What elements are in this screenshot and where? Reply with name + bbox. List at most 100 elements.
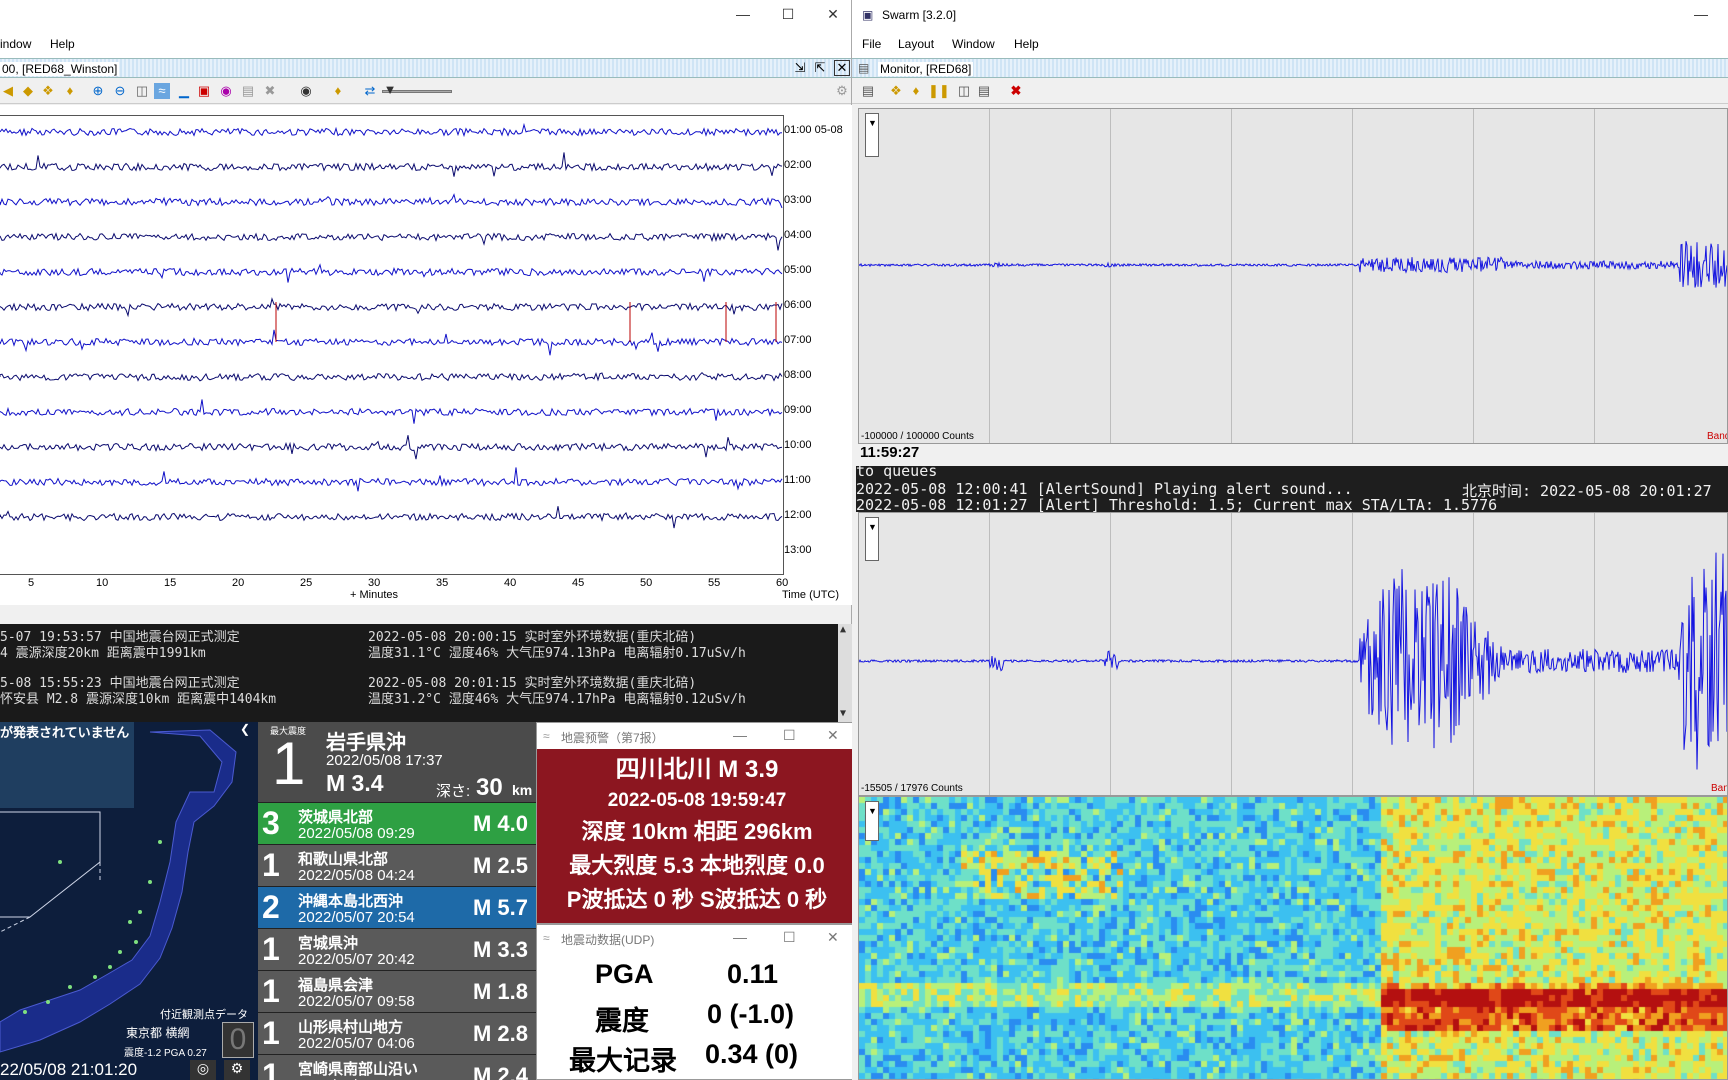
monitor-title: Monitor, [RED68] <box>878 62 974 76</box>
forward-icon[interactable]: ◆ <box>20 83 36 99</box>
wave-panel-2[interactable]: ▼ -15505 / 17976 Counts Ban <box>858 512 1728 796</box>
clipboard-icon[interactable]: ▤ <box>240 83 256 99</box>
menu-window[interactable]: Window <box>952 37 995 51</box>
heli-trace <box>0 232 783 251</box>
spectra-icon[interactable]: ▁ <box>176 83 192 99</box>
menu-help[interactable]: Help <box>50 37 75 51</box>
detach-icon[interactable]: ⇱ <box>812 60 828 76</box>
quake-mag: M 1.8 <box>472 979 528 1004</box>
udp-window: ≈ 地震动数据(UDP) — ☐ ✕ PGA 0.11 震度 0 (-1.0) … <box>536 924 858 1080</box>
close-icon[interactable]: ✕ <box>827 727 839 744</box>
spectrogram-icon[interactable]: ▣ <box>196 83 212 99</box>
japan-map[interactable]: が発表されていません ❮ 付近観測点データ 東京都 横網 0 震度-1.2 PG… <box>0 722 258 1080</box>
helicorder-plot[interactable] <box>0 115 784 575</box>
gain-icon[interactable]: ⇄ <box>362 83 378 99</box>
beijing-time: 北京时间: 2022-05-08 20:01:27 <box>1462 482 1712 500</box>
clipboard-icon[interactable]: ▤ <box>976 83 992 99</box>
settings-icon[interactable]: ⚙ <box>834 83 850 99</box>
minimize-icon[interactable]: — <box>1688 6 1714 22</box>
back-icon[interactable]: ◀ <box>0 83 16 99</box>
quake-name: 福島県会津 <box>298 977 374 994</box>
heli-trace <box>0 371 783 382</box>
wave-icon[interactable]: ≈ <box>154 83 170 99</box>
copy-icon[interactable]: ◫ <box>956 83 972 99</box>
depth-unit: km <box>512 782 533 798</box>
heli-x-tick: 5 <box>28 577 35 589</box>
spectrogram-panel[interactable]: ▼ <box>858 796 1728 1080</box>
close-icon[interactable]: ✕ <box>820 6 846 23</box>
quake-intensity: 3 <box>262 805 280 841</box>
zoom-out-icon[interactable]: ⊖ <box>112 83 128 99</box>
scroll-up-icon[interactable]: ▲ <box>840 624 846 635</box>
heli-x-tick: 15 <box>164 577 177 589</box>
station-label: 付近観測点データ <box>160 1009 248 1021</box>
quake-intensity: 1 <box>262 931 280 967</box>
expand-icon[interactable]: ♦ <box>62 83 78 99</box>
quake-row[interactable]: 1 福島県会津 2022/05/07 09:58 M 1.8 <box>258 970 536 1012</box>
camera-icon[interactable]: ◉ <box>298 83 314 99</box>
wave-trace <box>859 552 1727 770</box>
eew-body: 四川北川 M 3.9 2022-05-08 19:59:47 深度 10km 相… <box>537 749 857 923</box>
zoom-in-icon[interactable]: ⊕ <box>90 83 106 99</box>
quake-row[interactable]: 2 沖縄本島北西沖 2022/05/07 20:54 M 5.7 <box>258 886 536 928</box>
quake-row[interactable]: 1 山形県村山地方 2022/05/07 04:06 M 2.8 <box>258 1012 536 1054</box>
quake-row[interactable]: 1 和歌山県北部 2022/05/08 04:24 M 2.5 <box>258 844 536 886</box>
remove-icon[interactable]: ✖ <box>262 83 278 99</box>
pause-icon[interactable]: ❚❚ <box>928 83 950 99</box>
compress-icon[interactable]: ❖ <box>888 83 904 99</box>
left-titlebar: — ☐ ✕ <box>0 0 851 30</box>
restore-icon[interactable]: ⇲ <box>792 60 808 76</box>
panel-handle[interactable]: ▼ <box>865 801 879 841</box>
menu-window[interactable]: indow <box>0 37 31 51</box>
minimize-icon[interactable]: — <box>730 6 756 22</box>
tag-icon[interactable]: ♦ <box>330 83 346 99</box>
slider-thumb-icon[interactable]: ▼ <box>382 82 398 98</box>
frame-close-icon[interactable]: ✕ <box>834 60 850 76</box>
particle-icon[interactable]: ◉ <box>218 83 234 99</box>
quake-mag: M 4.0 <box>472 811 528 836</box>
heli-x-tick: 55 <box>708 577 721 589</box>
handle-icon: ▼ <box>868 806 877 816</box>
udp-title: 地震动数据(UDP) <box>561 933 655 947</box>
monitor-toolbar: ▤ ❖ ♦ ❚❚ ◫ ▤ ✖ <box>852 78 1728 104</box>
latest-mag: M 3.4 <box>326 770 384 796</box>
depth-value: 30 <box>476 774 503 801</box>
copy-icon[interactable]: ◫ <box>134 83 150 99</box>
minimize-icon[interactable]: — <box>733 929 747 945</box>
close-icon[interactable]: ✕ <box>827 929 839 946</box>
maximize-icon[interactable]: ☐ <box>783 929 796 946</box>
settings-gear-icon[interactable]: ⚙ <box>224 1060 250 1080</box>
close-monitor-icon[interactable]: ✖ <box>1008 83 1024 99</box>
quake-row[interactable]: 1 宮城県沖 2022/05/07 20:42 M 3.3 <box>258 928 536 970</box>
compress-icon[interactable]: ❖ <box>40 83 56 99</box>
env-line: 温度31.1°C 湿度46% 大气压974.13hPa 电离辐射0.17uSv/… <box>368 646 746 661</box>
eew-titlebar: ≈ 地震预警（第7报） — ☐ ✕ <box>537 723 857 749</box>
maximize-icon[interactable]: ☐ <box>775 6 801 23</box>
menu-help[interactable]: Help <box>1014 37 1039 51</box>
list-icon[interactable]: ▤ <box>860 83 876 99</box>
menu-layout[interactable]: Layout <box>898 37 934 51</box>
quake-intensity: 1 <box>262 1057 280 1080</box>
counts-label: -100000 / 100000 Counts <box>861 431 974 442</box>
heli-row-label: 11:00 <box>784 474 811 486</box>
helicorder[interactable]: 01:00 05-08 02:00 03:00 04:00 05:00 06:00 07:0… <box>0 105 852 605</box>
maximize-icon[interactable]: ☐ <box>783 727 796 744</box>
quake-time: 2022/05/07 20:54 <box>298 909 415 926</box>
minimize-icon[interactable]: — <box>733 727 747 743</box>
latest-name: 岩手県沖 <box>326 732 406 754</box>
heli-row-label: 12:00 <box>784 509 812 521</box>
latest-quake[interactable]: 最大震度 1 岩手県沖 2022/05/08 17:37 M 3.4 深さ: 3… <box>258 722 536 802</box>
menu-file[interactable]: File <box>862 37 881 51</box>
expand-icon[interactable]: ♦ <box>908 83 924 99</box>
heli-row-label: 01:00 05-08 <box>784 124 843 136</box>
wave-panel-1[interactable]: ▼ -100000 / 100000 Counts Band <box>858 108 1728 444</box>
heli-trace <box>0 506 783 529</box>
ticker-scrollbar[interactable]: ▲ ▼ <box>838 624 852 722</box>
quake-row[interactable]: 1宮崎県南部山沿い2022/05/07 01:55M 2.4 <box>258 1054 536 1080</box>
scroll-down-icon[interactable]: ▼ <box>840 708 846 719</box>
pga-label: PGA <box>595 959 654 989</box>
station-intensity: 0 <box>222 1022 254 1058</box>
locate-icon[interactable]: ◎ <box>190 1060 216 1080</box>
quake-row[interactable]: 3 茨城県北部 2022/05/08 09:29 M 4.0 <box>258 802 536 844</box>
swarm-title: Swarm [3.2.0] <box>882 8 957 22</box>
